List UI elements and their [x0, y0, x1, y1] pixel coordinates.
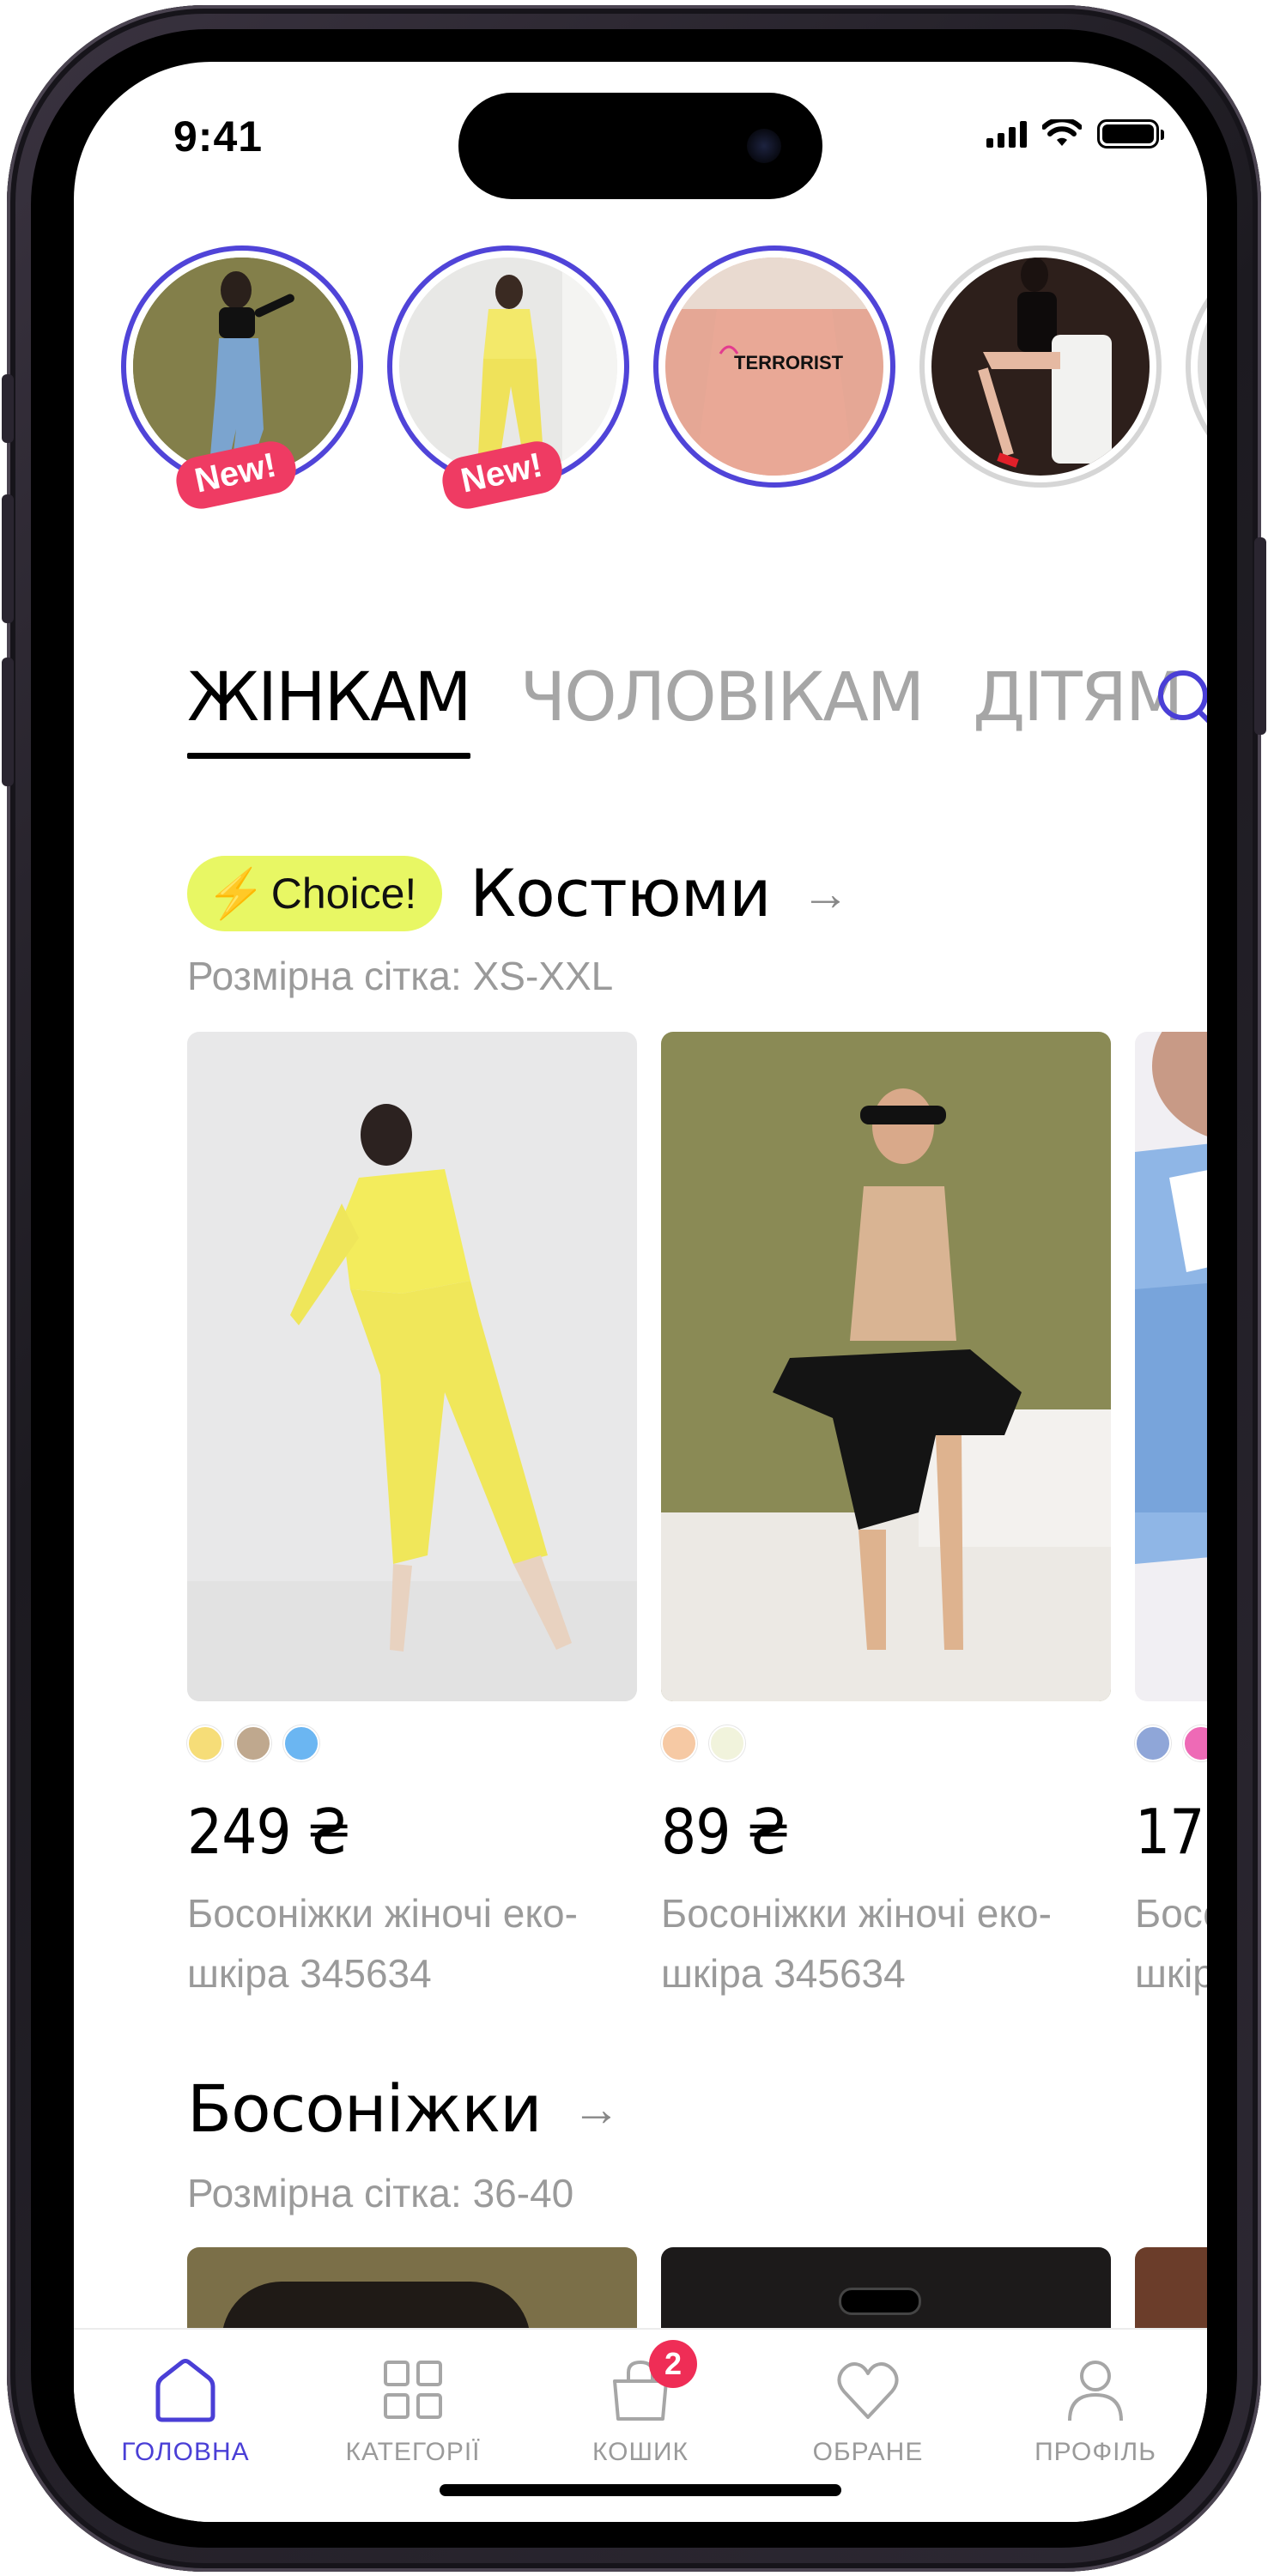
product-card[interactable]: 89 ₴ Босоніжки жіночі еко-шкіра 345634	[661, 1032, 1111, 2003]
home-icon	[155, 2359, 215, 2422]
stories-row: New! New! TERRORIST	[121, 245, 1207, 513]
nav-label: КАТЕГОРІЇ	[345, 2438, 481, 2466]
story-item[interactable]	[919, 245, 1162, 488]
section-header-sandals[interactable]: Босоніжки →	[187, 2070, 621, 2147]
product-image	[1135, 1032, 1207, 1701]
nav-label: ПРОФІЛЬ	[1034, 2438, 1156, 2466]
story-image	[399, 258, 617, 476]
search-button[interactable]	[1154, 666, 1207, 735]
story-item[interactable]: New!	[387, 245, 629, 513]
arrow-right-icon: →	[801, 866, 850, 920]
action-button	[2, 374, 14, 443]
product-price: 89 ₴	[661, 1796, 790, 1868]
story-item[interactable]: New!	[121, 245, 363, 513]
nav-categories[interactable]: КАТЕГОРІЇ	[319, 2355, 507, 2467]
color-swatches	[1135, 1725, 1207, 1761]
volume-up-button	[2, 494, 14, 623]
product-card[interactable]: 249 ₴ Босоніжки жіночі еко-шкіра 345634	[187, 1032, 637, 2003]
nav-favorites[interactable]: ОБРАНЕ	[774, 2355, 962, 2467]
product-image	[187, 1032, 637, 1701]
story-image	[133, 258, 351, 476]
color-swatch[interactable]	[661, 1725, 697, 1761]
product-price: 171 ₴	[1135, 1796, 1207, 1868]
battery-icon	[1097, 119, 1164, 148]
color-swatch[interactable]	[187, 1725, 223, 1761]
grid-icon	[384, 2361, 442, 2419]
tab-kids[interactable]: ДІТЯМ	[973, 659, 1183, 759]
product-name: Босоніжки жіночі еко-шкіра 345634	[1135, 1891, 1207, 1996]
color-swatch[interactable]	[1183, 1725, 1207, 1761]
story-item[interactable]	[1186, 245, 1207, 488]
wifi-icon	[1042, 119, 1082, 146]
color-swatch[interactable]	[1135, 1725, 1171, 1761]
camera-icon	[747, 129, 781, 163]
nav-label: ОБРАНЕ	[812, 2438, 924, 2466]
product-price: 249 ₴	[187, 1796, 350, 1868]
section-header-suits[interactable]: ⚡ Choice! Костюми →	[187, 855, 849, 931]
phone-frame: 9:41 New! New! TERRORIST ЖІНКАМ ЧОЛОВІКА…	[2, 5, 1266, 2572]
color-swatch[interactable]	[235, 1725, 271, 1761]
size-grid-label: Розмірна сітка: XS-XXL	[187, 954, 614, 998]
category-tabs: ЖІНКАМ ЧОЛОВІКАМ ДІТЯМ	[187, 659, 1207, 759]
choice-label: Choice!	[270, 869, 417, 918]
home-indicator[interactable]	[440, 2484, 841, 2496]
lightning-icon: ⚡	[206, 865, 266, 920]
user-icon	[1068, 2361, 1123, 2421]
product-image	[661, 1032, 1111, 1701]
section-title: Костюми	[470, 855, 771, 931]
heart-icon	[837, 2362, 899, 2419]
choice-badge: ⚡ Choice!	[187, 855, 443, 931]
status-icons	[986, 118, 1164, 149]
nav-cart[interactable]: 2 КОШИК	[546, 2340, 735, 2467]
screen: 9:41 New! New! TERRORIST ЖІНКАМ ЧОЛОВІКА…	[74, 62, 1207, 2522]
status-time: 9:41	[173, 112, 264, 161]
product-name: Босоніжки жіночі еко-шкіра 345634	[661, 1891, 1052, 1996]
arrow-right-icon: →	[572, 2082, 621, 2136]
story-image: TERRORIST	[665, 258, 883, 476]
svg-text:TERRORIST: TERRORIST	[734, 352, 844, 373]
cart-count-badge: 2	[649, 2340, 697, 2388]
cellular-signal-icon	[986, 120, 1027, 148]
color-swatch[interactable]	[283, 1725, 319, 1761]
nav-profile[interactable]: ПРОФІЛЬ	[1001, 2355, 1190, 2467]
story-image	[1198, 258, 1207, 476]
color-swatches	[187, 1725, 637, 1761]
nav-label: ГОЛОВНА	[121, 2438, 250, 2466]
tab-women[interactable]: ЖІНКАМ	[187, 659, 472, 759]
nav-label: КОШИК	[592, 2438, 689, 2466]
story-image	[931, 258, 1150, 476]
dynamic-island	[458, 93, 822, 199]
section-title: Босоніжки	[187, 2070, 542, 2147]
size-grid-label: Розмірна сітка: 36-40	[187, 2171, 574, 2215]
product-card[interactable]: 171 ₴ Босоніжки жіночі еко-шкіра 345634	[1135, 1032, 1207, 2003]
volume-down-button	[2, 658, 14, 786]
search-icon	[1158, 670, 1207, 724]
story-item[interactable]: TERRORIST	[653, 245, 895, 488]
nav-home[interactable]: ГОЛОВНА	[91, 2355, 280, 2467]
color-swatch[interactable]	[709, 1725, 745, 1761]
power-button	[1254, 537, 1266, 735]
tab-men[interactable]: ЧОЛОВІКАМ	[520, 659, 925, 759]
product-name: Босоніжки жіночі еко-шкіра 345634	[187, 1891, 578, 1996]
color-swatches	[661, 1725, 1111, 1761]
